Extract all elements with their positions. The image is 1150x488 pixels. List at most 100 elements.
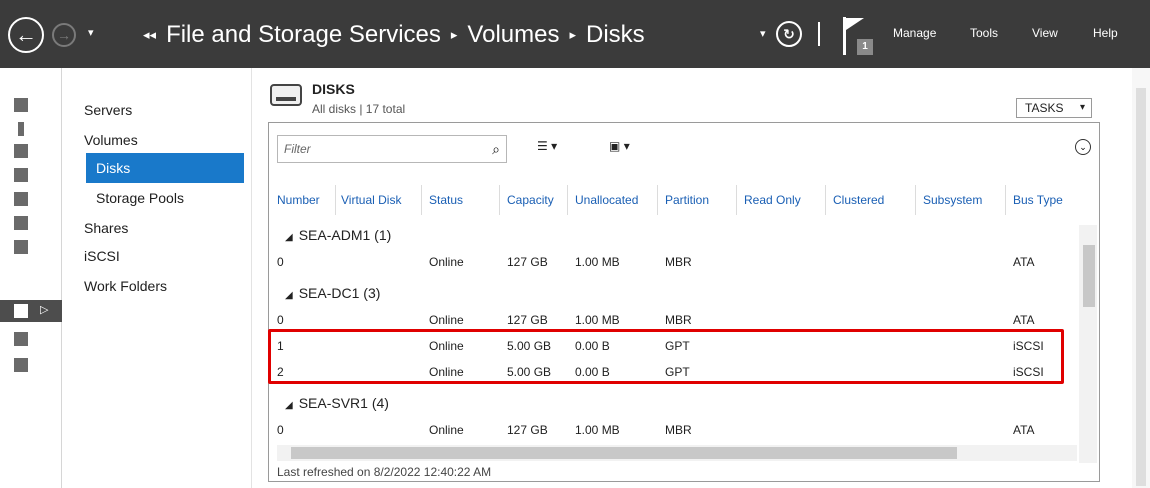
sidebar-item-storage-pools[interactable]: Storage Pools [96, 190, 184, 206]
column-divider[interactable] [915, 185, 916, 215]
list-icon: ☰ [537, 139, 548, 153]
title-bar: ← → ▾ ◂◂ File and Storage Services ▸ Vol… [0, 0, 1150, 68]
sidebar-item-shares[interactable]: Shares [84, 220, 128, 236]
menu-manage[interactable]: Manage [893, 26, 936, 40]
flag-cloth [846, 18, 864, 30]
collapse-triangle-icon[interactable]: ◢ [285, 290, 293, 301]
list-options-button[interactable]: ☰ ▾ [537, 139, 557, 153]
column-divider[interactable] [499, 185, 500, 215]
table-vertical-scrollbar[interactable] [1079, 225, 1097, 463]
wsus-icon[interactable] [14, 358, 32, 374]
menu-help[interactable]: Help [1093, 26, 1118, 40]
back-arrow-icon: ← [15, 22, 37, 47]
column-header-read-only[interactable]: Read Only [744, 193, 801, 207]
cell-unallocated: 1.00 MB [575, 255, 620, 269]
sidebar-item-disks[interactable]: Disks [86, 153, 244, 183]
disks-icon [270, 84, 302, 106]
breadcrumb-collapse-icon[interactable]: ◂◂ [143, 27, 156, 43]
breadcrumb-separator-icon: ▸ [450, 27, 458, 42]
column-header-partition[interactable]: Partition [665, 193, 709, 207]
refresh-icon: ↻ [783, 25, 795, 42]
search-icon[interactable]: ⌕ [492, 136, 500, 162]
column-divider[interactable] [567, 185, 568, 215]
column-divider[interactable] [736, 185, 737, 215]
ad-lds-icon[interactable] [14, 216, 32, 232]
group-label: SEA-ADM1 (1) [298, 227, 392, 243]
menu-tools[interactable]: Tools [970, 26, 998, 40]
sidebar-item-volumes[interactable]: Volumes [84, 132, 138, 148]
cell-unallocated: 1.00 MB [575, 423, 620, 437]
group-header-sea-dc1[interactable]: ◢ SEA-DC1 (3) [285, 285, 380, 301]
tasks-dropdown[interactable]: TASKS ▾ [1016, 98, 1092, 118]
column-divider[interactable] [825, 185, 826, 215]
history-dropdown-icon[interactable]: ▾ [88, 26, 94, 39]
chevron-down-icon: ▾ [551, 139, 558, 153]
column-divider[interactable] [1005, 185, 1006, 215]
breadcrumb-item-volumes[interactable]: Volumes [467, 21, 559, 49]
notifications-flag-button[interactable]: 1 [843, 17, 873, 55]
scrollbar-thumb[interactable] [1083, 245, 1095, 307]
highlight-annotation-box [268, 329, 1064, 384]
table-horizontal-scrollbar[interactable] [277, 445, 1077, 461]
group-label: SEA-SVR1 (4) [298, 395, 389, 411]
breadcrumb-item-disks[interactable]: Disks [586, 21, 645, 49]
cell-partition: MBR [665, 313, 692, 327]
expand-arrow-icon: ▷ [40, 304, 49, 316]
scrollbar-thumb[interactable] [291, 447, 957, 459]
column-header-status[interactable]: Status [429, 193, 463, 207]
section-subtitle: All disks | 17 total [312, 102, 406, 116]
filter-input[interactable]: Filter ⌕ [277, 135, 507, 163]
navigation-icon-rail: ▷ [0, 68, 62, 488]
cell-partition: MBR [665, 423, 692, 437]
column-divider[interactable] [421, 185, 422, 215]
main-content: DISKS All disks | 17 total TASKS ▾ Filte… [252, 68, 1132, 488]
ad-fs-icon[interactable] [14, 192, 32, 208]
forward-button[interactable]: → [52, 23, 76, 47]
breadcrumb-item-file-and-storage[interactable]: File and Storage Services [166, 21, 441, 49]
iis-icon[interactable] [14, 332, 32, 348]
cell-bus-type: ATA [1013, 313, 1035, 327]
refresh-button[interactable]: ↻ [776, 21, 802, 47]
column-header-capacity[interactable]: Capacity [507, 193, 554, 207]
sidebar-item-work-folders[interactable]: Work Folders [84, 278, 167, 294]
cell-bus-type: ATA [1013, 423, 1035, 437]
scrollbar-thumb[interactable] [1136, 88, 1146, 486]
cell-status: Online [429, 423, 464, 437]
column-divider[interactable] [657, 185, 658, 215]
cell-status: Online [429, 313, 464, 327]
column-header-clustered[interactable]: Clustered [833, 193, 884, 207]
table-row[interactable]: 0 Online 127 GB 1.00 MB MBR ATA [269, 415, 1077, 443]
file-storage-services-icon[interactable]: ▷ [0, 300, 62, 322]
menu-view[interactable]: View [1032, 26, 1058, 40]
group-header-sea-adm1[interactable]: ◢ SEA-ADM1 (1) [285, 227, 391, 243]
sidebar-item-servers[interactable]: Servers [84, 102, 132, 118]
column-header-bus-type[interactable]: Bus Type [1013, 193, 1063, 207]
column-divider[interactable] [335, 185, 336, 215]
column-header-subsystem[interactable]: Subsystem [923, 193, 982, 207]
collapse-triangle-icon[interactable]: ◢ [285, 400, 293, 411]
breadcrumb-dropdown-icon[interactable]: ▾ [760, 27, 766, 40]
ad-ds-icon[interactable] [14, 168, 32, 184]
back-button[interactable]: ← [8, 17, 44, 53]
cell-capacity: 127 GB [507, 423, 548, 437]
cell-capacity: 127 GB [507, 313, 548, 327]
cell-bus-type: ATA [1013, 255, 1035, 269]
table-row[interactable]: 0 Online 127 GB 1.00 MB MBR ATA [269, 247, 1077, 275]
save-query-button[interactable]: ▣ ▾ [609, 139, 630, 153]
all-servers-icon[interactable] [14, 144, 32, 160]
column-header-virtual-disk[interactable]: Virtual Disk [341, 193, 401, 207]
dns-icon[interactable] [14, 240, 32, 256]
column-header-number[interactable]: Number [277, 193, 320, 207]
collapse-triangle-icon[interactable]: ◢ [285, 232, 293, 243]
sidebar-item-iscsi[interactable]: iSCSI [84, 248, 120, 264]
cell-unallocated: 1.00 MB [575, 313, 620, 327]
forward-arrow-icon: → [57, 27, 71, 43]
local-server-icon[interactable] [14, 122, 32, 138]
dashboard-icon[interactable] [14, 98, 32, 114]
last-refreshed-label: Last refreshed on 8/2/2022 12:40:22 AM [277, 465, 492, 479]
column-header-unallocated[interactable]: Unallocated [575, 193, 638, 207]
expand-icon[interactable]: ⌄ [1075, 139, 1091, 155]
page-vertical-scrollbar[interactable] [1132, 68, 1150, 488]
group-header-sea-svr1[interactable]: ◢ SEA-SVR1 (4) [285, 395, 389, 411]
group-label: SEA-DC1 (3) [298, 285, 381, 301]
